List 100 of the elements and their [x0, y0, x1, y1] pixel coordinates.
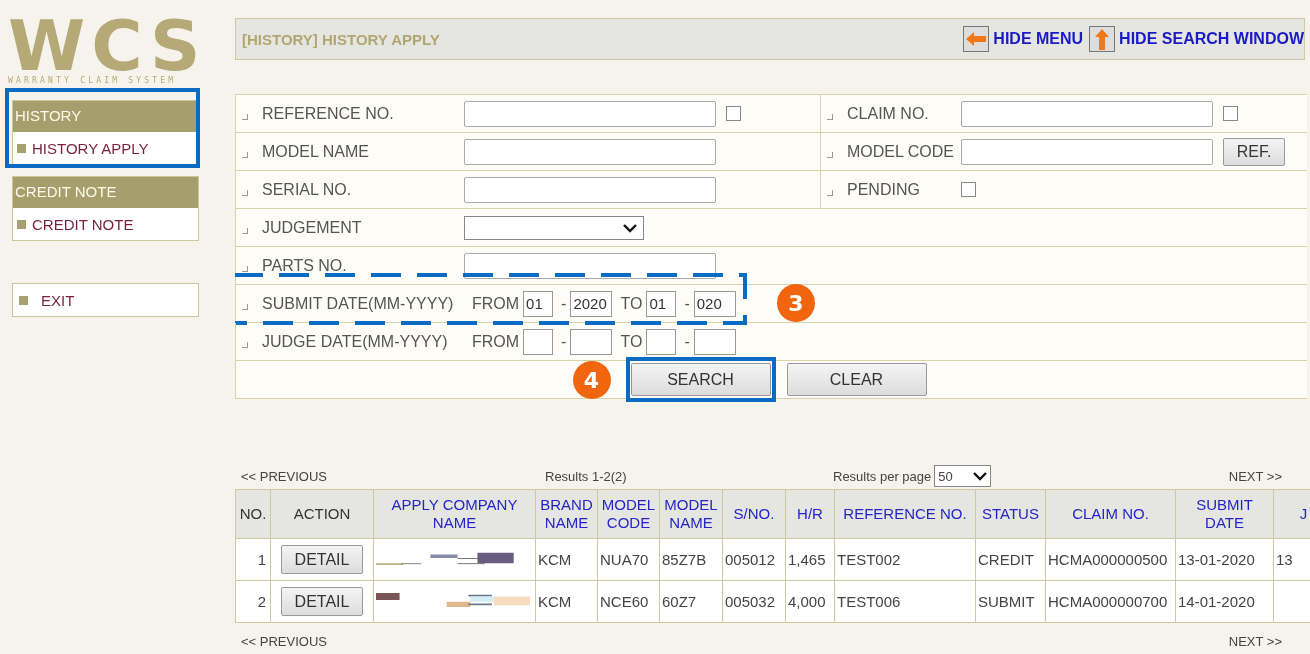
- exit-menu-item[interactable]: EXIT: [12, 283, 199, 317]
- table-cell: CREDIT: [975, 538, 1046, 581]
- arrow-left-icon: [963, 26, 990, 52]
- field-label: JUDGEMENT: [262, 218, 363, 237]
- table-cell: KCM: [535, 538, 598, 581]
- logo-subtitle: WARRANTY CLAIM SYSTEM: [8, 76, 177, 85]
- range-label: TO: [620, 294, 643, 313]
- bullet-icon: [242, 227, 248, 234]
- checkbox[interactable]: [726, 106, 741, 121]
- menu-group-title: HISTORY: [13, 101, 198, 132]
- detail-button[interactable]: DETAIL: [281, 587, 363, 616]
- table-cell: 1,465: [785, 538, 835, 581]
- bullet-icon: [827, 189, 833, 196]
- field-label: SUBMIT DATE(MM-YYYY): [262, 294, 455, 313]
- date-field[interactable]: [523, 328, 554, 355]
- table-cell: TEST002: [834, 538, 976, 581]
- date-field[interactable]: [570, 328, 613, 355]
- table-cell: 005032: [722, 580, 786, 623]
- column-header-link[interactable]: APPLY COMPANY NAME: [373, 489, 536, 539]
- column-header-link[interactable]: BRAND NAME: [535, 489, 598, 539]
- table-cell: HCMA000000700: [1045, 580, 1176, 623]
- field-label: MODEL NAME: [262, 142, 370, 161]
- input-field[interactable]: [464, 138, 716, 165]
- bullet-icon: [242, 341, 248, 348]
- previous-link[interactable]: << PREVIOUS: [241, 633, 545, 649]
- field-label: MODEL CODE: [847, 142, 955, 161]
- next-link[interactable]: NEXT >>: [1228, 468, 1282, 484]
- table-cell: 005012: [722, 538, 786, 581]
- bullet-icon: [242, 113, 248, 120]
- column-header-link[interactable]: REFERENCE NO.: [834, 489, 976, 539]
- menu-group-title: CREDIT NOTE: [13, 177, 198, 208]
- column-header-link[interactable]: SUBMIT DATE: [1175, 489, 1274, 539]
- bullet-icon: [242, 151, 248, 158]
- detail-button[interactable]: DETAIL: [281, 545, 363, 574]
- bullet-icon: [242, 189, 248, 196]
- logo-text: WCS: [8, 18, 207, 74]
- results-count: Results 1-2(2): [545, 468, 628, 484]
- date-field[interactable]: [646, 328, 677, 355]
- bullet-icon: [19, 295, 28, 305]
- input-field[interactable]: [464, 100, 716, 127]
- bullet-icon: [827, 151, 833, 158]
- column-header-link[interactable]: S/NO.: [722, 489, 786, 539]
- column-header-link[interactable]: MODEL NAME: [659, 489, 723, 539]
- table-cell: HCMA000000500: [1045, 538, 1176, 581]
- checkbox[interactable]: [961, 182, 976, 197]
- bullet-icon: [17, 143, 26, 153]
- dropdown-field[interactable]: [464, 215, 644, 240]
- header-link[interactable]: HIDE MENU: [963, 26, 1084, 52]
- header-link[interactable]: HIDE SEARCH WINDOW: [1089, 26, 1304, 52]
- table-cell: KCM: [535, 580, 598, 623]
- field-label: CLAIM NO.: [847, 104, 930, 123]
- column-header-link[interactable]: H/R: [785, 489, 835, 539]
- table-cell: 1: [235, 538, 271, 581]
- column-header-link[interactable]: STATUS: [975, 489, 1046, 539]
- next-link[interactable]: NEXT >>: [1228, 633, 1282, 649]
- step-badge: 3: [777, 284, 815, 322]
- field-label: JUDGE DATE(MM-YYYY): [262, 332, 449, 351]
- field-label: PARTS NO.: [262, 256, 348, 275]
- table-cell: NCE60: [597, 580, 660, 623]
- date-field[interactable]: 2020: [570, 290, 613, 317]
- menu-item[interactable]: HISTORY APPLY: [13, 132, 198, 164]
- range-label: FROM: [472, 332, 520, 351]
- input-field[interactable]: [464, 176, 716, 203]
- column-header: NO.: [235, 489, 271, 539]
- column-header-link[interactable]: J: [1273, 489, 1310, 539]
- column-header-link[interactable]: MODEL CODE: [597, 489, 660, 539]
- date-field[interactable]: 01: [646, 290, 677, 317]
- field-label: REFERENCE NO.: [262, 104, 395, 123]
- step-badge: 4: [572, 361, 611, 399]
- table-cell: 13-01-2020: [1175, 538, 1274, 581]
- table-cell: 14-01-2020: [1175, 580, 1274, 623]
- range-label: -: [684, 332, 690, 351]
- field-label: PENDING: [847, 180, 921, 199]
- bullet-icon: [242, 265, 248, 272]
- menu-item[interactable]: CREDIT NOTE: [13, 208, 198, 240]
- input-field[interactable]: [961, 138, 1213, 165]
- date-field[interactable]: [693, 328, 736, 355]
- date-field[interactable]: 020: [693, 290, 736, 317]
- search-button[interactable]: SEARCH: [630, 363, 771, 396]
- table-cell: 4,000: [785, 580, 835, 623]
- bullet-icon: [17, 219, 26, 229]
- table-cell: NUA70: [597, 538, 660, 581]
- checkbox[interactable]: [1223, 106, 1238, 121]
- previous-link[interactable]: << PREVIOUS: [241, 468, 545, 484]
- range-label: -: [561, 332, 567, 351]
- arrow-up-icon: [1089, 26, 1116, 52]
- range-label: TO: [620, 332, 643, 351]
- input-field[interactable]: [961, 100, 1213, 127]
- column-header: ACTION: [270, 489, 374, 539]
- table-cell: TEST006: [834, 580, 976, 623]
- table-cell: 13: [1273, 538, 1310, 581]
- ref-button[interactable]: REF.: [1223, 137, 1285, 166]
- column-header-link[interactable]: CLAIM NO.: [1045, 489, 1176, 539]
- field-label: SERIAL NO.: [262, 180, 353, 199]
- per-page-select[interactable]: 50: [934, 465, 992, 487]
- bullet-icon: [827, 113, 833, 120]
- range-label: FROM: [472, 294, 520, 313]
- clear-button[interactable]: CLEAR: [786, 363, 927, 396]
- date-field[interactable]: 01: [523, 290, 554, 317]
- chevron-down-icon: [973, 471, 988, 481]
